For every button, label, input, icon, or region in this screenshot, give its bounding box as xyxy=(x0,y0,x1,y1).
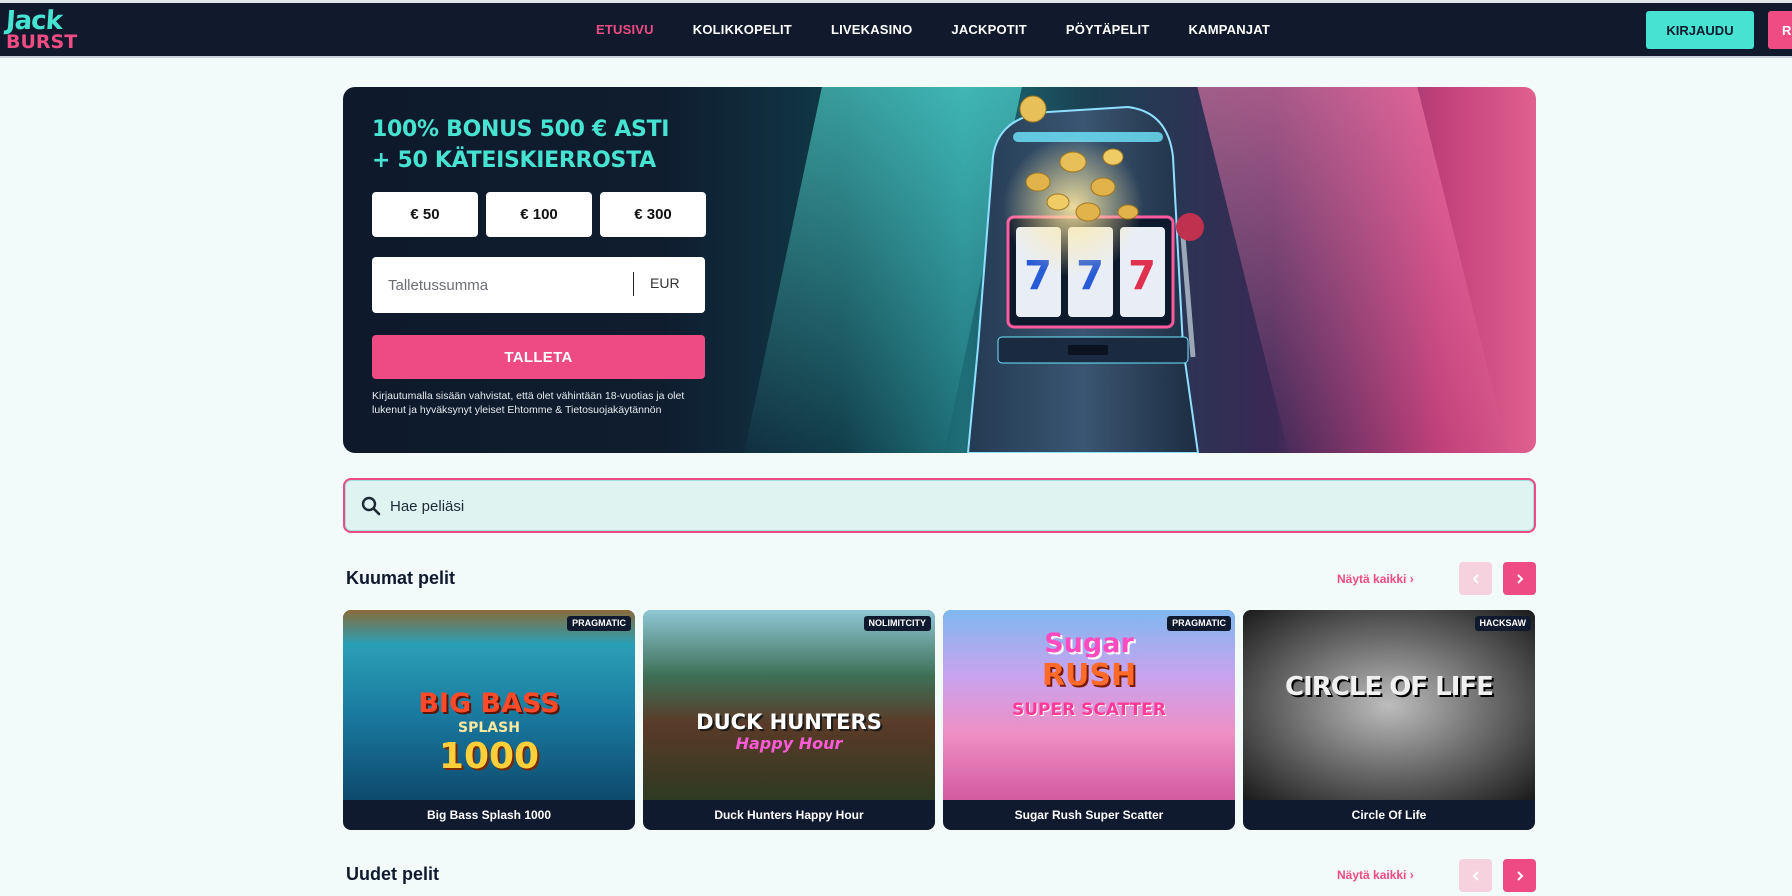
hot-games-next-button[interactable] xyxy=(1503,562,1536,595)
provider-badge: NOLIMITCITY xyxy=(863,616,931,631)
game-title: Sugar Rush Super Scatter xyxy=(1014,808,1164,822)
game-card[interactable]: BIG BASS SPLASH 1000 PRAGMATIC Big Bass … xyxy=(343,610,635,830)
register-button[interactable]: R xyxy=(1768,11,1792,49)
welcome-bonus-banner: 7 7 7 100% BONUS 500 € ASTI + 50 KÄTEISK… xyxy=(343,87,1536,453)
quick-amount-row: € 50 € 100 € 300 xyxy=(372,192,706,237)
game-title: Duck Hunters Happy Hour xyxy=(714,808,864,822)
deposit-amount-field: EUR xyxy=(372,257,705,313)
game-title: Big Bass Splash 1000 xyxy=(426,808,552,822)
game-card[interactable]: CIRCLE OF LIFE HACKSAW Circle Of Life xyxy=(1243,610,1535,830)
game-art-subtitle: SPLASH xyxy=(458,720,520,736)
legal-disclaimer: Kirjautumalla sisään vahvistat, että ole… xyxy=(372,390,685,416)
nav-item-poytapelit[interactable]: PÖYTÄPELIT xyxy=(1066,22,1150,37)
currency-label: EUR xyxy=(650,275,680,291)
amount-100-button[interactable]: € 100 xyxy=(486,192,592,237)
chevron-left-icon xyxy=(1472,573,1479,584)
game-thumbnail: DUCK HUNTERS Happy Hour xyxy=(643,610,935,800)
game-art-title: DUCK HUNTERS xyxy=(696,710,882,734)
game-art-tagline: SUPER SCATTER xyxy=(1012,700,1166,720)
game-title: Circle Of Life xyxy=(1351,808,1427,822)
chevron-right-icon xyxy=(1516,573,1523,584)
hot-games-title: Kuumat pelit xyxy=(346,568,456,588)
game-thumbnail: BIG BASS SPLASH 1000 xyxy=(343,610,635,800)
main-nav: ETUSIVU KOLIKKOPELIT LIVEKASINO JACKPOTI… xyxy=(596,3,1309,56)
provider-badge: PRAGMATIC xyxy=(567,616,631,631)
new-games-title: Uudet pelit xyxy=(346,864,439,884)
game-search-bar xyxy=(343,478,1536,533)
hot-games-see-all-link[interactable]: Näytä kaikki › xyxy=(1337,572,1414,586)
login-button[interactable]: KIRJAUDU xyxy=(1646,11,1754,49)
svg-text:7: 7 xyxy=(1128,253,1156,299)
search-icon xyxy=(361,496,381,516)
bonus-headline-line1: 100% BONUS 500 € ASTI xyxy=(372,117,670,142)
new-games-see-all-link[interactable]: Näytä kaikki › xyxy=(1337,868,1414,882)
nav-item-kampanjat[interactable]: KAMPANJAT xyxy=(1189,22,1270,37)
game-art-title: BIG BASS xyxy=(418,688,560,719)
game-thumbnail: Sugar RUSH SUPER SCATTER xyxy=(943,610,1235,800)
game-card[interactable]: Sugar RUSH SUPER SCATTER PRAGMATIC Sugar… xyxy=(943,610,1235,830)
spotlight-pink xyxy=(1197,87,1509,453)
nav-item-livekasino[interactable]: LIVEKASINO xyxy=(831,22,912,37)
game-art-title: CIRCLE OF LIFE xyxy=(1285,672,1494,702)
new-games-prev-button[interactable] xyxy=(1459,859,1492,892)
chevron-left-icon xyxy=(1472,870,1479,881)
hot-games-carousel: BIG BASS SPLASH 1000 PRAGMATIC Big Bass … xyxy=(343,610,1535,830)
game-card[interactable]: DUCK HUNTERS Happy Hour NOLIMITCITY Duck… xyxy=(643,610,935,830)
game-art-subtitle: RUSH xyxy=(1041,658,1137,693)
jackburst-logo[interactable]: Jack BURST xyxy=(4,6,102,53)
provider-badge: HACKSAW xyxy=(1474,616,1531,631)
logo-word-burst: BURST xyxy=(6,31,78,53)
provider-badge: PRAGMATIC xyxy=(1167,616,1231,631)
game-search-input[interactable] xyxy=(390,495,990,517)
currency-divider xyxy=(633,272,634,296)
new-games-next-button[interactable] xyxy=(1503,859,1536,892)
bonus-headline-line2: + 50 KÄTEISKIERROSTA xyxy=(372,148,656,173)
amount-50-button[interactable]: € 50 xyxy=(372,192,478,237)
top-navigation-bar: Jack BURST ETUSIVU KOLIKKOPELIT LIVEKASI… xyxy=(0,0,1792,58)
deposit-amount-input[interactable] xyxy=(388,275,618,295)
bonus-headline: 100% BONUS 500 € ASTI + 50 KÄTEISKIERROS… xyxy=(372,114,732,176)
game-art-title: Sugar xyxy=(1044,628,1134,659)
nav-item-etusivu[interactable]: ETUSIVU xyxy=(596,22,654,37)
deposit-button[interactable]: TALLETA xyxy=(372,335,705,379)
game-art-number: 1000 xyxy=(438,736,540,777)
slot-machine-illustration: 7 7 7 xyxy=(966,95,1204,453)
logo-word-jack: Jack xyxy=(4,6,63,36)
nav-item-jackpotit[interactable]: JACKPOTIT xyxy=(951,22,1026,37)
game-art-subtitle: Happy Hour xyxy=(735,734,843,753)
hot-games-prev-button[interactable] xyxy=(1459,562,1492,595)
amount-300-button[interactable]: € 300 xyxy=(600,192,706,237)
nav-item-kolikkopelit[interactable]: KOLIKKOPELIT xyxy=(693,22,792,37)
chevron-right-icon xyxy=(1516,870,1523,881)
game-thumbnail: CIRCLE OF LIFE xyxy=(1243,610,1535,800)
